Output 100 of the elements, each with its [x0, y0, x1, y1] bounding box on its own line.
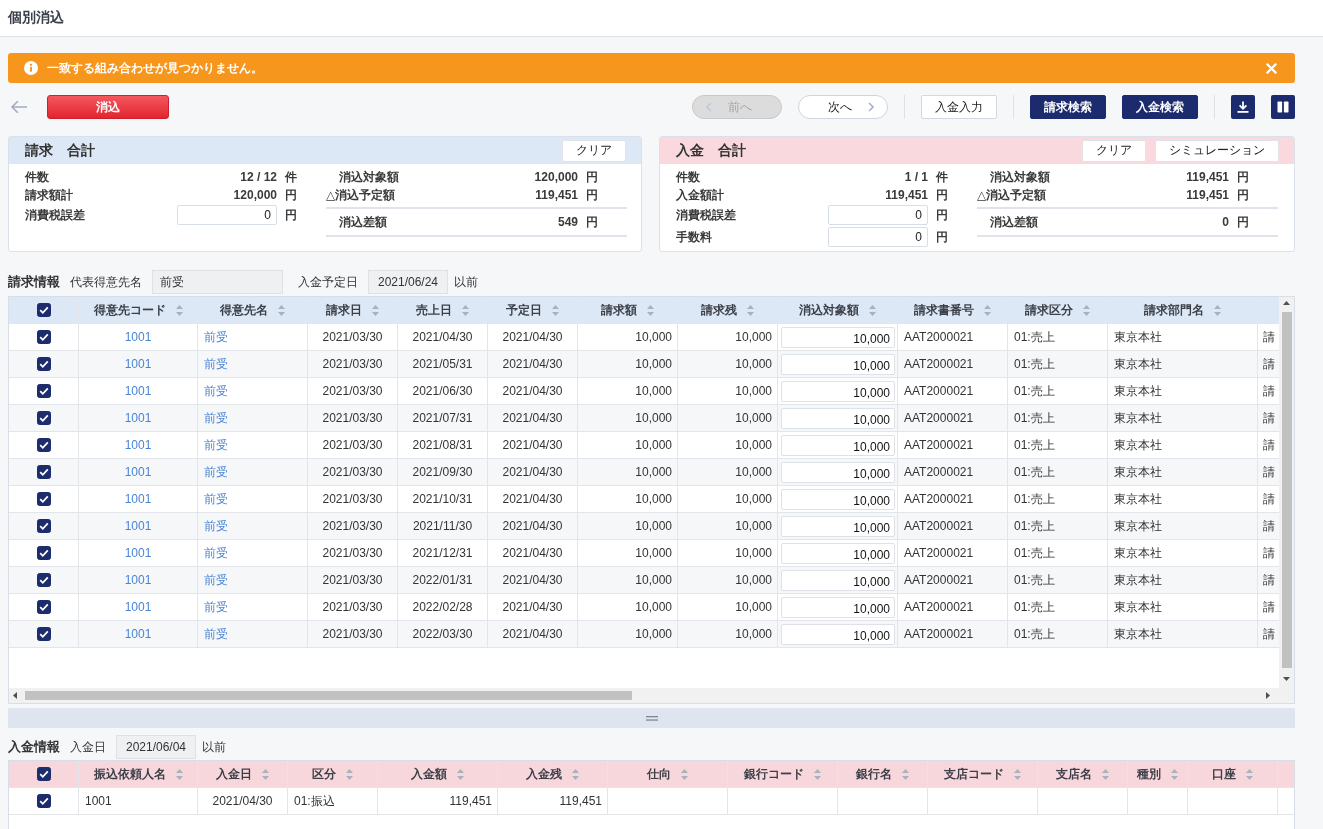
panel-button[interactable]: クリア — [1082, 139, 1146, 162]
column-header[interactable]: 請求日 — [308, 297, 398, 323]
name-link[interactable]: 前受 — [204, 490, 228, 508]
name-link[interactable]: 前受 — [204, 625, 228, 643]
amount-input[interactable]: 10,000 — [781, 326, 895, 348]
table-cell: 10,000 — [678, 594, 778, 620]
column-header[interactable]: 得意先名 — [198, 297, 308, 323]
vertical-scrollbar[interactable] — [1279, 297, 1294, 688]
name-link[interactable]: 前受 — [204, 571, 228, 589]
triangle-down-icon[interactable] — [1283, 677, 1290, 681]
checkbox[interactable] — [36, 384, 51, 398]
code-link[interactable]: 1001 — [124, 384, 152, 398]
column-header[interactable]: 請求部門名 — [1108, 297, 1258, 323]
name-link[interactable]: 前受 — [204, 355, 228, 373]
column-header[interactable]: 請求残 — [678, 297, 778, 323]
column-header[interactable]: 支店名 — [1038, 761, 1128, 787]
amount-input[interactable]: 10,000 — [781, 353, 895, 375]
column-header[interactable]: 口座 — [1188, 761, 1278, 787]
checkbox[interactable] — [36, 627, 51, 641]
name-link[interactable]: 前受 — [204, 598, 228, 616]
column-header[interactable]: 仕向 — [608, 761, 728, 787]
checkbox[interactable] — [36, 357, 51, 371]
amount-input[interactable]: 10,000 — [781, 596, 895, 618]
column-header[interactable]: 入金日 — [198, 761, 288, 787]
column-header[interactable]: 入金残 — [498, 761, 608, 787]
checkbox[interactable] — [36, 546, 51, 560]
checkbox[interactable] — [36, 465, 51, 479]
name-link[interactable]: 前受 — [204, 463, 228, 481]
columns-button[interactable] — [1271, 95, 1295, 119]
horizontal-scrollbar[interactable] — [9, 688, 1279, 703]
column-header[interactable]: 振込依頼人名 — [79, 761, 198, 787]
filter-field[interactable]: 2021/06/04 — [116, 735, 196, 759]
checkbox[interactable] — [36, 794, 51, 808]
checkbox[interactable] — [36, 767, 51, 781]
panel-button[interactable]: シミュレーション — [1155, 139, 1279, 162]
code-link[interactable]: 1001 — [124, 330, 152, 344]
column-header[interactable]: 銀行名 — [838, 761, 928, 787]
code-link[interactable]: 1001 — [124, 411, 152, 425]
scroll-thumb[interactable] — [25, 691, 632, 700]
column-header[interactable]: 請求額 — [578, 297, 678, 323]
action-button[interactable]: 請求検索 — [1030, 95, 1106, 119]
checkbox[interactable] — [36, 411, 51, 425]
code-link[interactable]: 1001 — [124, 519, 152, 533]
column-header[interactable]: 請求書番号 — [898, 297, 1008, 323]
table-cell: 2021/03/30 — [308, 378, 398, 404]
code-link[interactable]: 1001 — [124, 546, 152, 560]
amount-input[interactable]: 10,000 — [781, 488, 895, 510]
column-header[interactable]: 区分 — [288, 761, 378, 787]
code-link[interactable]: 1001 — [124, 600, 152, 614]
column-header[interactable]: 請求区分 — [1008, 297, 1108, 323]
code-link[interactable]: 1001 — [124, 438, 152, 452]
number-input[interactable]: 0 — [177, 205, 277, 225]
name-link[interactable]: 前受 — [204, 328, 228, 346]
code-link[interactable]: 1001 — [124, 627, 152, 641]
name-link[interactable]: 前受 — [204, 544, 228, 562]
name-link[interactable]: 前受 — [204, 517, 228, 535]
checkbox[interactable] — [36, 573, 51, 587]
triangle-left-icon[interactable] — [13, 692, 17, 699]
amount-input[interactable]: 10,000 — [781, 461, 895, 483]
amount-input[interactable]: 10,000 — [781, 623, 895, 645]
amount-input[interactable]: 10,000 — [781, 569, 895, 591]
amount-input[interactable]: 10,000 — [781, 542, 895, 564]
amount-input[interactable]: 10,000 — [781, 434, 895, 456]
triangle-up-icon[interactable] — [1283, 301, 1290, 305]
name-link[interactable]: 前受 — [204, 382, 228, 400]
column-header[interactable]: 種別 — [1128, 761, 1188, 787]
column-header[interactable]: 入金額 — [378, 761, 498, 787]
number-input[interactable]: 0 — [828, 227, 928, 247]
column-header[interactable]: 得意先コード — [79, 297, 198, 323]
amount-input[interactable]: 10,000 — [781, 380, 895, 402]
column-header[interactable]: 銀行コード — [728, 761, 838, 787]
action-button[interactable]: 入金検索 — [1122, 95, 1198, 119]
action-button[interactable]: 入金入力 — [921, 95, 997, 119]
checkbox[interactable] — [36, 519, 51, 533]
code-link[interactable]: 1001 — [124, 465, 152, 479]
column-header[interactable]: 予定日 — [488, 297, 578, 323]
amount-input[interactable]: 10,000 — [781, 407, 895, 429]
checkbox[interactable] — [36, 330, 51, 344]
column-header[interactable]: 消込対象額 — [778, 297, 898, 323]
column-header[interactable]: 支店コード — [928, 761, 1038, 787]
download-button[interactable] — [1231, 95, 1255, 119]
scroll-thumb[interactable] — [1281, 312, 1292, 668]
checkbox[interactable] — [36, 492, 51, 506]
number-input[interactable]: 0 — [828, 205, 928, 225]
column-header[interactable]: 売上日 — [398, 297, 488, 323]
triangle-right-icon[interactable] — [1266, 692, 1270, 699]
checkbox[interactable] — [36, 600, 51, 614]
execute-button[interactable]: 消込 — [47, 95, 169, 119]
pager-button[interactable]: 次へ — [798, 95, 888, 119]
filter-field[interactable]: 前受 — [152, 270, 283, 294]
amount-input[interactable]: 10,000 — [781, 515, 895, 537]
code-link[interactable]: 1001 — [124, 357, 152, 371]
code-link[interactable]: 1001 — [124, 492, 152, 506]
checkbox[interactable] — [36, 303, 51, 317]
name-link[interactable]: 前受 — [204, 436, 228, 454]
panel-button[interactable]: クリア — [562, 139, 626, 162]
checkbox[interactable] — [36, 438, 51, 452]
filter-field[interactable]: 2021/06/24 — [368, 270, 448, 294]
name-link[interactable]: 前受 — [204, 409, 228, 427]
code-link[interactable]: 1001 — [124, 573, 152, 587]
